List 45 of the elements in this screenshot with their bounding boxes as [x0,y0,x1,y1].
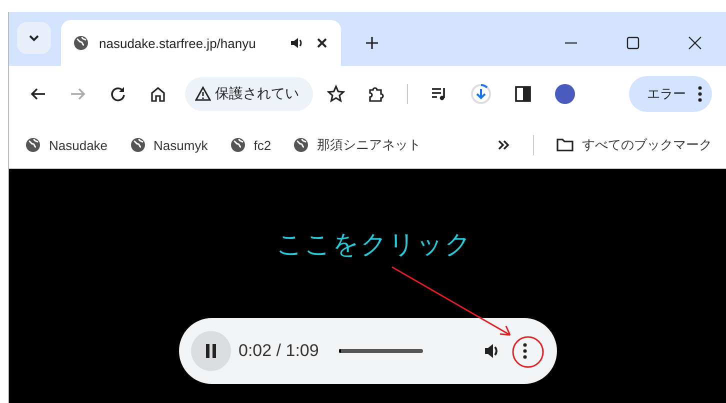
folder-icon [556,136,574,154]
progress-slider[interactable] [338,349,423,353]
new-tab-icon[interactable] [365,36,379,50]
avatar[interactable] [554,83,576,105]
more-icon [698,86,702,102]
close-window-icon[interactable] [688,36,702,50]
chevron-double-icon[interactable] [497,138,511,152]
chevron-down-icon [28,34,40,42]
maximize-icon[interactable] [626,36,640,50]
puzzle-icon[interactable] [367,85,385,103]
bookmark-label: Nasumyk [154,138,208,152]
download-icon[interactable] [470,83,492,105]
globe-icon [130,137,146,153]
media-icon[interactable] [430,85,448,103]
highlight-circle [512,336,544,368]
close-icon[interactable] [315,36,329,50]
annotation-text: ここをクリック [276,228,472,261]
globe-icon [73,35,89,51]
more-icon[interactable] [522,343,526,359]
warning-icon [195,86,211,102]
error-button[interactable]: エラー [629,76,712,112]
volume-icon[interactable] [482,342,500,360]
side-panel-icon[interactable] [514,85,532,103]
all-bookmarks-label: すべてのブックマーク [582,136,712,154]
home-icon[interactable] [149,85,167,103]
bookmark[interactable]: fc2 [230,137,272,153]
globe-icon [25,137,41,153]
bookmark-label: 那須シニアネット [317,136,422,154]
bookmark[interactable]: Nasudake [25,137,108,153]
time-display: 0:02 / 1:09 [238,341,319,361]
bookmark[interactable]: 那須シニアネット [293,136,422,154]
browser-tab[interactable]: nasudake.starfree.jp/hanyu [61,20,341,66]
security-label: 保護されてい [215,85,299,103]
tab-title: nasudake.starfree.jp/hanyu [99,36,257,50]
globe-icon [293,137,310,153]
pause-button[interactable] [190,331,230,371]
globe-icon [230,137,246,153]
all-bookmarks-button[interactable]: すべてのブックマーク [556,136,712,154]
star-icon[interactable] [327,85,345,103]
address-bar[interactable]: 保護されてい [185,77,313,111]
bookmark[interactable]: Nasumyk [130,137,208,153]
reload-icon[interactable] [109,85,127,103]
pause-icon [204,344,216,358]
bookmark-label: Nasudake [49,138,108,152]
bookmark-label: fc2 [254,138,272,152]
